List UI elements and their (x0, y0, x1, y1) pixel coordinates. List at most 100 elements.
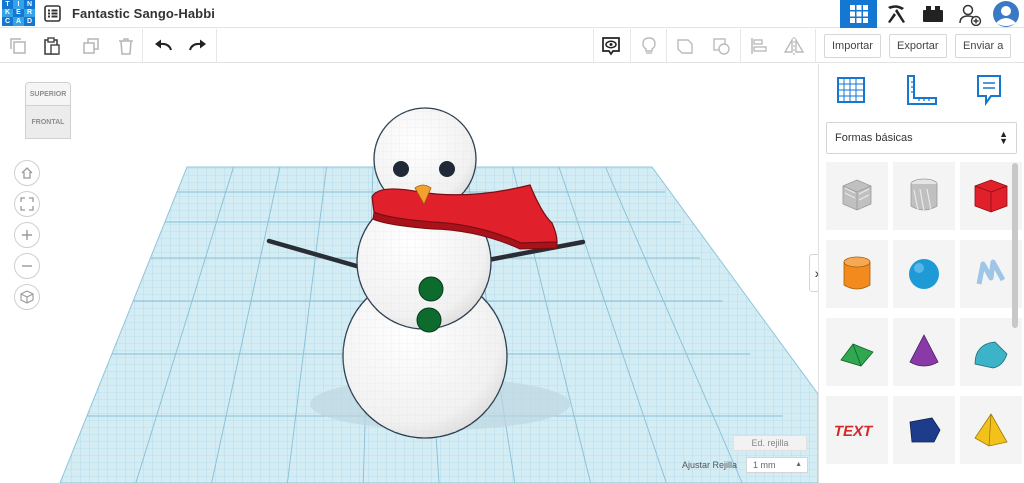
send-to-button[interactable]: Enviar a (955, 34, 1012, 58)
align-icon (751, 38, 767, 54)
snowman-left-eye[interactable] (393, 161, 409, 177)
snowman-button-bottom[interactable] (416, 307, 442, 333)
box-icon (974, 179, 1008, 213)
delete-button[interactable] (113, 33, 139, 59)
shape-polygon[interactable] (893, 396, 955, 464)
shape-library-value: Formas básicas (835, 132, 913, 144)
logo-letter: K (2, 8, 13, 18)
logo-letter: D (24, 17, 35, 26)
shapes-panel: Formas básicas ▲ ▼ TEXT (818, 64, 1024, 483)
shape-roof[interactable] (826, 318, 888, 386)
shape-pyramid[interactable] (960, 396, 1022, 464)
toolbar-divider (142, 29, 143, 63)
logo-letter: R (24, 8, 35, 18)
align-button[interactable] (746, 33, 772, 59)
group-icon (677, 39, 693, 54)
logo-letter: N (24, 0, 35, 9)
design-list-icon[interactable] (44, 5, 61, 22)
3d-scene[interactable] (0, 64, 818, 483)
snowman-right-eye[interactable] (439, 161, 455, 177)
toolbar-divider (815, 29, 816, 63)
toolbar-divider (666, 29, 667, 63)
duplicate-button[interactable] (78, 33, 104, 59)
snowman-button-top[interactable] (418, 276, 444, 302)
view-cube[interactable]: SUPERIOR FRONTAL (23, 82, 73, 140)
scribble-icon (976, 259, 1006, 285)
paste-button[interactable] (39, 33, 65, 59)
shape-cylinder-hole[interactable] (893, 162, 955, 230)
panel-scrollbar[interactable] (1012, 163, 1018, 328)
user-avatar[interactable] (988, 0, 1024, 28)
eye-comment-icon (602, 37, 620, 56)
shape-library-select[interactable]: Formas básicas ▲ ▼ (826, 122, 1017, 154)
snap-grid-select[interactable]: 1 mm ▲ (746, 457, 808, 473)
shape-text[interactable]: TEXT (826, 396, 888, 464)
zoom-out-button[interactable] (14, 253, 40, 279)
export-button[interactable]: Exportar (889, 34, 947, 58)
logo-letter: E (13, 8, 24, 18)
import-button[interactable]: Importar (824, 34, 881, 58)
roof-icon (840, 343, 874, 367)
pyramid-icon (974, 413, 1008, 447)
workplane-tool-button[interactable] (833, 72, 869, 108)
shape-sphere[interactable] (893, 240, 955, 308)
shape-box-hole[interactable] (826, 162, 888, 230)
shape-cylinder[interactable] (826, 240, 888, 308)
invite-user-button[interactable] (951, 0, 988, 28)
text-icon: TEXT (835, 423, 875, 440)
round-roof-icon (974, 341, 1008, 369)
sphere-icon (909, 259, 939, 289)
show-all-button[interactable] (636, 33, 662, 59)
mirror-icon (783, 37, 805, 55)
workplane-canvas[interactable]: SUPERIOR FRONTAL Ed. rejilla Ajustar Rej… (0, 64, 818, 483)
mirror-button[interactable] (781, 33, 807, 59)
home-icon (21, 167, 33, 179)
ungroup-button[interactable] (708, 33, 734, 59)
toolbar-divider (740, 29, 741, 63)
design-title[interactable]: Fantastic Sango-Habbi (72, 6, 215, 21)
updown-arrows-icon: ▲ ▼ (999, 129, 1008, 146)
redo-icon (189, 39, 206, 51)
undo-button[interactable] (150, 33, 176, 59)
top-nav (840, 0, 1024, 28)
trash-icon (119, 38, 133, 55)
duplicate-icon (83, 38, 99, 54)
copy-button[interactable] (5, 33, 31, 59)
notes-tool-button[interactable] (971, 72, 1007, 108)
brick-icon (922, 6, 943, 22)
ruler-icon (907, 75, 937, 105)
fit-view-button[interactable] (14, 191, 40, 217)
perspective-button[interactable] (14, 284, 40, 310)
bricks-view-button[interactable] (914, 0, 951, 28)
avatar-icon (993, 1, 1019, 27)
copy-icon (10, 38, 26, 54)
view-cube-front-face[interactable]: FRONTAL (25, 106, 71, 139)
top-bar: TIN KER CAD Fantastic Sango-Habbi (0, 0, 1024, 28)
ruler-tool-button[interactable] (903, 72, 939, 108)
svg-text:TEXT: TEXT (835, 423, 875, 440)
fit-icon (20, 197, 34, 211)
notes-button[interactable] (598, 33, 624, 59)
snap-grid-label: Ajustar Rejilla (682, 460, 738, 470)
edit-grid-button[interactable]: Ed. rejilla (733, 435, 807, 451)
tinkercad-logo[interactable]: TIN KER CAD (2, 0, 35, 26)
home-view-button[interactable] (14, 160, 40, 186)
codeblocks-view-button[interactable] (877, 0, 914, 28)
cylinder-icon (843, 256, 871, 290)
toolbar-divider (630, 29, 631, 63)
lightbulb-icon (642, 37, 656, 54)
view-cube-top-face[interactable]: SUPERIOR (25, 82, 71, 106)
polygon-icon (909, 417, 941, 443)
shape-round-roof[interactable] (960, 318, 1022, 386)
zoom-in-button[interactable] (14, 222, 40, 248)
redo-button[interactable] (185, 33, 211, 59)
logo-letter: C (2, 17, 13, 26)
shape-cone[interactable] (893, 318, 955, 386)
toolbar-divider (216, 29, 217, 63)
3d-design-view-button[interactable] (840, 0, 877, 28)
pickaxe-icon (887, 5, 905, 23)
group-button[interactable] (672, 33, 698, 59)
logo-letter: A (13, 17, 24, 26)
box-hole-icon (842, 179, 872, 211)
tinkercad-editor: TINKERCAD Fantastic Sango-Habbi Importar… (0, 0, 1024, 483)
